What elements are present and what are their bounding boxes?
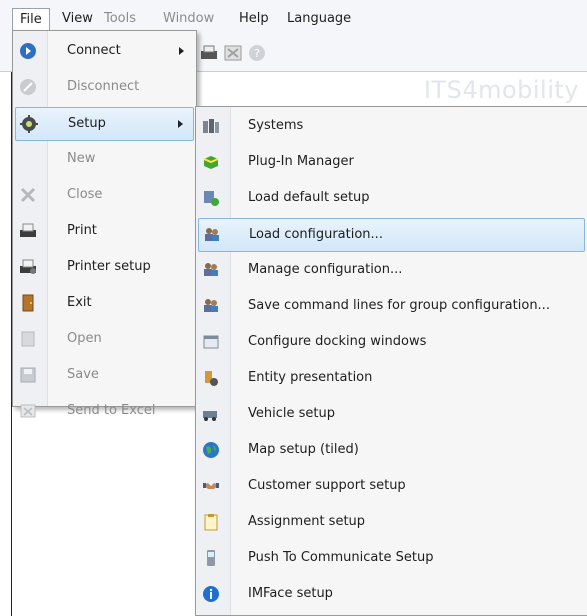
- menu-item-label: Customer support setup: [248, 478, 406, 493]
- menu-item-label: Entity presentation: [248, 370, 373, 385]
- menu-item-label: Load configuration...: [249, 227, 383, 242]
- clipboard-icon: [204, 514, 218, 531]
- info-icon: [203, 586, 219, 602]
- printer-setup-icon: [20, 259, 36, 274]
- menu-item-close[interactable]: Close: [15, 179, 194, 211]
- vehicle-icon: [203, 411, 217, 421]
- menu-item-imface-setup[interactable]: IMFace setup: [198, 578, 585, 610]
- load-default-icon: [204, 191, 219, 206]
- menu-item-label: Printer setup: [67, 259, 151, 274]
- submenu-arrow-icon: [178, 120, 183, 128]
- menu-item-label: Assignment setup: [248, 514, 366, 529]
- menu-item-customer-support-setup[interactable]: Customer support setup: [198, 470, 585, 502]
- menu-item-exit[interactable]: Exit: [15, 287, 194, 319]
- menu-item-send-to-excel[interactable]: Send to Excel: [15, 395, 194, 427]
- handshake-icon: [203, 483, 219, 489]
- menu-item-label: IMFace setup: [248, 586, 333, 601]
- menu-item-label: Configure docking windows: [248, 334, 427, 349]
- menu-item-label: Load default setup: [248, 190, 370, 205]
- printer-icon: [20, 223, 36, 237]
- svg-text:?: ?: [254, 47, 260, 60]
- menu-item-label: Setup: [68, 116, 106, 131]
- users-config-icon: [204, 299, 218, 312]
- gear-icon: [20, 115, 38, 133]
- menu-item-new[interactable]: New: [15, 143, 194, 175]
- menu-item-disconnect[interactable]: Disconnect: [15, 71, 194, 103]
- entity-icon: [205, 371, 218, 386]
- menu-item-load-default-setup[interactable]: Load default setup: [198, 182, 585, 214]
- menu-item-systems[interactable]: Systems: [198, 110, 585, 142]
- menu-item-label: Exit: [67, 295, 92, 310]
- menu-item-label: Connect: [67, 43, 121, 58]
- menu-item-label: Map setup (tiled): [248, 442, 359, 457]
- disconnect-icon: [20, 79, 36, 95]
- menu-view[interactable]: View: [55, 9, 100, 29]
- menu-item-connect[interactable]: Connect: [15, 35, 194, 67]
- menu-item-label: Save: [67, 367, 99, 382]
- systems-icon: [203, 119, 219, 133]
- menu-item-label: Print: [67, 223, 97, 238]
- menu-item-map-setup[interactable]: Map setup (tiled): [198, 434, 585, 466]
- menu-item-label: Manage configuration...: [248, 262, 403, 277]
- submenu-arrow-icon: [179, 47, 184, 55]
- file-menu: Connect Disconnect Setup New Close Print: [12, 30, 197, 418]
- menu-item-label: Plug-In Manager: [248, 154, 354, 169]
- printer-toolbar-icon[interactable]: [198, 42, 220, 64]
- menu-item-save-command-lines[interactable]: Save command lines for group configurati…: [198, 290, 585, 322]
- connect-icon: [20, 43, 36, 59]
- users-config-icon: [204, 263, 218, 276]
- close-icon: [20, 187, 36, 203]
- door-icon: [22, 294, 34, 312]
- menu-language[interactable]: Language: [280, 9, 358, 29]
- users-config-icon: [205, 228, 219, 241]
- menu-item-save[interactable]: Save: [15, 359, 194, 391]
- menu-tools[interactable]: Tools: [97, 9, 143, 29]
- watermark: ITS4mobility: [423, 76, 579, 104]
- menu-item-assignment-setup[interactable]: Assignment setup: [198, 506, 585, 538]
- menu-window[interactable]: Window: [156, 9, 221, 29]
- menu-item-label: Systems: [248, 118, 304, 133]
- menu-item-setup[interactable]: Setup: [15, 107, 194, 141]
- menu-item-label: Send to Excel: [67, 403, 156, 418]
- help-toolbar-icon[interactable]: ?: [246, 42, 268, 64]
- menu-help[interactable]: Help: [232, 9, 276, 29]
- menu-item-open[interactable]: Open: [15, 323, 194, 355]
- menu-item-entity-presentation[interactable]: Entity presentation: [198, 362, 585, 394]
- menu-item-print[interactable]: Print: [15, 215, 194, 247]
- menu-item-label: Close: [67, 187, 103, 202]
- save-icon: [20, 367, 36, 383]
- plugin-icon: [203, 156, 219, 169]
- menu-item-load-configuration[interactable]: Load configuration...: [198, 218, 585, 252]
- setup-submenu: Systems Plug-In Manager Load default set…: [195, 106, 587, 616]
- menu-item-label: Disconnect: [67, 79, 140, 94]
- menu-item-label: Save command lines for group configurati…: [248, 298, 550, 313]
- menu-item-plugin-manager[interactable]: Plug-In Manager: [198, 146, 585, 178]
- menu-item-vehicle-setup[interactable]: Vehicle setup: [198, 398, 585, 430]
- menu-item-label: Push To Communicate Setup: [248, 550, 434, 565]
- menu-item-push-to-communicate[interactable]: Push To Communicate Setup: [198, 542, 585, 574]
- menu-item-label: New: [67, 151, 96, 166]
- excel-toolbar-icon[interactable]: [222, 42, 244, 64]
- phone-icon: [207, 550, 215, 566]
- menu-item-label: Open: [67, 331, 102, 346]
- menu-item-label: Vehicle setup: [248, 406, 335, 421]
- excel-icon: [20, 404, 36, 418]
- menu-item-printer-setup[interactable]: Printer setup: [15, 251, 194, 283]
- globe-icon: [203, 442, 219, 458]
- docking-windows-icon: [203, 335, 219, 349]
- menu-file[interactable]: File: [12, 8, 50, 31]
- menu-item-configure-docking-windows[interactable]: Configure docking windows: [198, 326, 585, 358]
- open-icon: [21, 331, 35, 347]
- menu-item-manage-configuration[interactable]: Manage configuration...: [198, 254, 585, 286]
